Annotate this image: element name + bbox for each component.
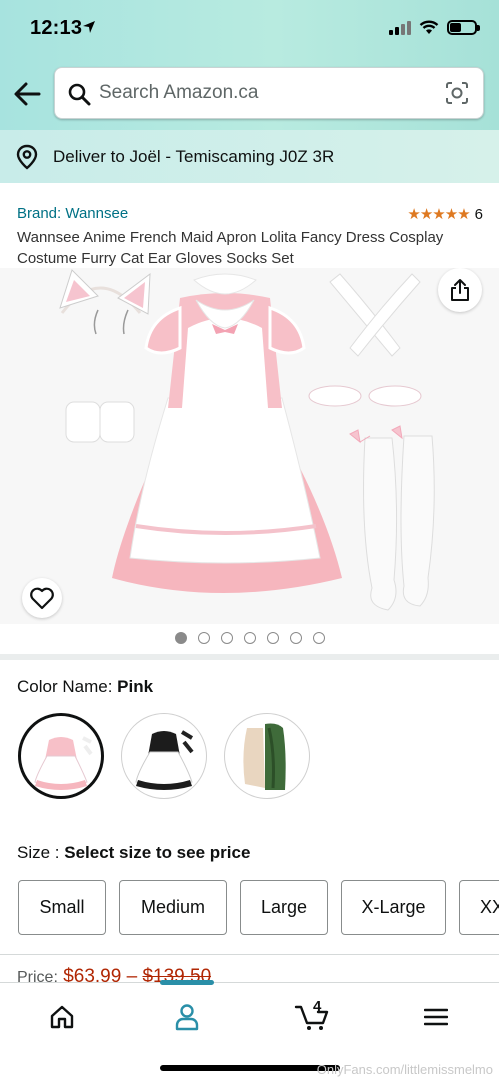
green-dress-thumbnail [243,723,286,790]
battery-icon [447,20,480,35]
black-dress-thumbnail [135,730,194,790]
color-swatch-green[interactable] [224,713,310,799]
deliver-to-text: Deliver to Joël - Temiscaming J0Z 3R [53,146,335,166]
search-row [0,66,499,122]
product-image [59,269,435,611]
size-medium-button[interactable]: Medium [119,880,227,935]
section-divider [0,954,499,955]
brand-row: Brand: Wannsee ★★★★★ 6 [17,205,483,225]
status-time: 12:13 [30,17,83,39]
wishlist-button[interactable] [22,578,62,618]
size-label-text: Size : [17,843,65,862]
watermark-text: OnlyFans.com/littlemissmelmo [316,1062,493,1077]
cart-count-badge: 4 [313,998,322,1015]
camera-scan-icon[interactable] [445,81,469,105]
selected-color: Pink [117,677,154,696]
size-small-button[interactable]: Small [18,880,106,935]
header-area: 12:13 Search Amazon.ca Deliver to Joël -… [0,0,499,183]
product-title: Wannsee Anime French Maid Apron Lolita F… [17,229,444,267]
rating[interactable]: ★★★★★ 6 [407,205,483,224]
location-pin-icon [16,144,38,170]
image-dot[interactable] [289,632,302,644]
image-dot[interactable] [197,632,210,644]
image-dot[interactable] [266,632,279,644]
nav-profile[interactable] [157,997,217,1037]
status-indicators [389,20,480,35]
nav-cart[interactable]: 4 [282,997,342,1037]
home-icon [50,1005,74,1029]
search-icon [68,83,91,106]
size-large-button[interactable]: Large [240,880,328,935]
heart-icon [30,587,54,610]
size-xxlarge-button[interactable]: XX [459,880,499,935]
cellular-signal-icon [389,20,411,35]
deliver-to-bar[interactable]: Deliver to Joël - Temiscaming J0Z 3R [0,130,499,183]
product-image-carousel[interactable] [0,268,499,624]
size-prompt: Select size to see price [64,843,251,862]
size-label: Size : Select size to see price [17,843,250,863]
cat-ears-headband [59,269,151,335]
image-pagination-dots [0,630,499,646]
size-xlarge-button[interactable]: X-Large [341,880,446,935]
color-swatches [18,713,310,799]
hamburger-menu-icon [424,1008,448,1026]
image-dot[interactable] [220,632,233,644]
image-dot[interactable] [174,632,187,644]
section-divider [0,654,499,660]
brand-link[interactable]: Brand: Wannsee [17,205,128,222]
nav-menu[interactable] [406,997,466,1037]
color-swatch-black[interactable] [121,713,207,799]
search-input[interactable] [99,68,439,118]
pink-dress-thumbnail [34,736,93,790]
image-dot[interactable] [243,632,256,644]
star-rating-icon: ★★★★★ [407,206,470,223]
rating-count: 6 [474,205,483,223]
color-swatch-pink[interactable] [18,713,104,799]
nav-home[interactable] [32,997,92,1037]
home-indicator-bar [160,1065,340,1071]
wifi-icon [419,20,439,34]
cart-icon [294,1005,329,1030]
status-bar: 12:13 [0,0,499,60]
color-label-text: Color Name: [17,677,118,696]
share-icon [451,279,469,301]
search-box[interactable] [54,67,484,119]
back-arrow-icon[interactable] [12,80,42,108]
size-options: Small Medium Large X-Large XX [18,880,499,935]
profile-icon [175,1004,199,1031]
share-button[interactable] [438,268,482,312]
image-dot[interactable] [312,632,325,644]
active-tab-indicator [160,980,214,985]
location-arrow-icon [83,21,95,33]
color-name-label: Color Name: Pink [17,677,153,697]
